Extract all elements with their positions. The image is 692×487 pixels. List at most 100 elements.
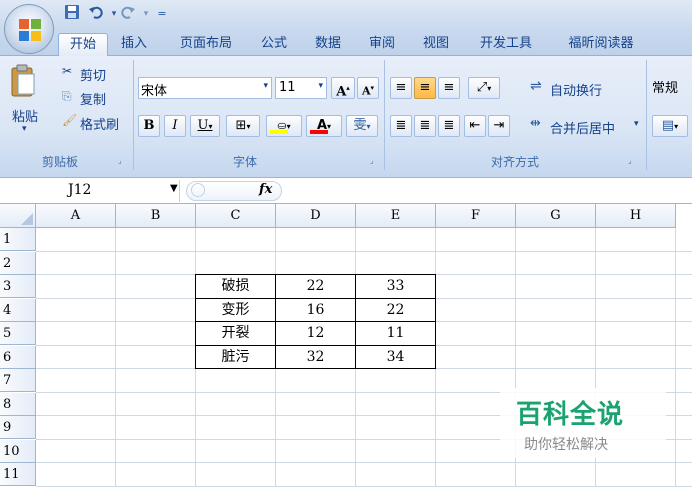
paste-button[interactable]: 粘贴 bbox=[12, 106, 38, 125]
table-cell[interactable]: 32 bbox=[275, 344, 356, 369]
merge-center-button[interactable]: ⇹ 合并后居中 ▾ bbox=[528, 115, 644, 137]
font-name-select[interactable]: 宋体 ▾ bbox=[138, 77, 272, 99]
table-cell[interactable]: 破损 bbox=[195, 274, 276, 299]
table-cell[interactable]: 33 bbox=[355, 274, 436, 299]
shrink-font-button[interactable]: A▾ bbox=[357, 77, 379, 99]
formula-bar: J12 ▼ fx bbox=[0, 177, 692, 204]
row-header-5[interactable]: 5 bbox=[0, 322, 36, 345]
row-header-10[interactable]: 10 bbox=[0, 439, 36, 463]
grow-font-button[interactable]: A▴ bbox=[331, 77, 355, 99]
row-header-2[interactable]: 2 bbox=[0, 251, 36, 275]
wrap-text-button[interactable]: ⇌ 自动换行 bbox=[528, 77, 638, 99]
bold-button[interactable]: B bbox=[138, 115, 160, 137]
orientation-button[interactable]: ⤢▾ bbox=[468, 77, 500, 99]
align-right-button[interactable]: ≣ bbox=[438, 115, 460, 137]
table-cell[interactable]: 脏污 bbox=[195, 344, 276, 369]
gridline bbox=[675, 228, 676, 487]
align-bottom-button[interactable]: ≡ bbox=[438, 77, 460, 99]
font-color-button[interactable]: A▾ bbox=[306, 115, 342, 137]
paste-dropdown-icon[interactable]: ▾ bbox=[22, 124, 27, 134]
copy-button[interactable]: 复制 bbox=[80, 89, 106, 108]
clipboard-launcher-icon[interactable]: ⌟ bbox=[118, 156, 128, 166]
align-middle-button[interactable]: ≡ bbox=[414, 77, 436, 99]
formula-input[interactable] bbox=[284, 180, 690, 202]
phonetic-button[interactable]: 雯▾ bbox=[346, 115, 378, 137]
column-header-g[interactable]: G bbox=[516, 204, 596, 228]
chevron-down-icon: ▾ bbox=[263, 81, 268, 91]
select-all-button[interactable] bbox=[0, 204, 36, 228]
alignment-group-label: 对齐方式 bbox=[490, 155, 539, 169]
font-size-select[interactable]: 11 ▾ bbox=[275, 77, 327, 99]
row-header-7[interactable]: 7 bbox=[0, 369, 36, 392]
worksheet-grid[interactable]: ABCDEFGH 1 2 3 4 5 6 7 8 9 10 11 破损 22 33 变形 16 22 开裂 12 1… bbox=[0, 204, 692, 487]
number-format-select[interactable]: 常规 bbox=[652, 77, 678, 96]
name-box[interactable]: J12 ▼ bbox=[2, 180, 180, 202]
tab-page-layout[interactable]: 页面布局 bbox=[170, 33, 242, 56]
row-header-8[interactable]: 8 bbox=[0, 392, 36, 416]
column-header-h[interactable]: H bbox=[596, 204, 676, 228]
column-header-d[interactable]: D bbox=[276, 204, 356, 228]
office-button[interactable] bbox=[4, 4, 54, 54]
customize-icon[interactable]: = bbox=[152, 4, 172, 24]
currency-icon: ▤ bbox=[661, 118, 675, 133]
italic-button[interactable]: I bbox=[164, 115, 186, 137]
column-header-b[interactable]: B bbox=[116, 204, 196, 228]
font-group-label: 字体 bbox=[232, 155, 257, 169]
underline-button[interactable]: U▾ bbox=[190, 115, 220, 137]
cancel-formula-icon[interactable] bbox=[191, 183, 205, 197]
accounting-format-button[interactable]: ▤▾ bbox=[652, 115, 688, 137]
gridline bbox=[36, 250, 692, 252]
font-size-value: 11 bbox=[279, 80, 296, 95]
redo-icon[interactable] bbox=[118, 4, 138, 24]
increase-indent-button[interactable]: ⇥ bbox=[488, 115, 510, 137]
title-bar: ▾ ▾ = bbox=[0, 0, 692, 30]
table-cell[interactable]: 开裂 bbox=[195, 321, 276, 346]
font-launcher-icon[interactable]: ⌟ bbox=[370, 156, 380, 166]
table-cell[interactable]: 12 bbox=[275, 321, 356, 346]
align-top-button[interactable]: ≡ bbox=[390, 77, 412, 99]
fill-color-button[interactable]: ⛀▾ bbox=[266, 115, 302, 137]
tab-insert[interactable]: 插入 bbox=[114, 33, 154, 56]
tab-formulas[interactable]: 公式 bbox=[254, 33, 294, 56]
paste-icon[interactable] bbox=[10, 64, 36, 100]
tab-developer[interactable]: 开发工具 bbox=[470, 33, 542, 56]
table-cell[interactable]: 16 bbox=[275, 297, 356, 322]
tab-view[interactable]: 视图 bbox=[416, 33, 456, 56]
table-cell[interactable]: 11 bbox=[355, 321, 436, 346]
column-header-c[interactable]: C bbox=[196, 204, 276, 228]
table-cell[interactable]: 34 bbox=[355, 344, 436, 369]
orientation-icon: ⤢ bbox=[476, 80, 488, 95]
column-header-e[interactable]: E bbox=[356, 204, 436, 228]
row-header-1[interactable]: 1 bbox=[0, 228, 36, 251]
decrease-indent-button[interactable]: ⇤ bbox=[464, 115, 486, 137]
insert-function-button[interactable]: fx bbox=[259, 182, 272, 197]
tab-foxit-reader[interactable]: 福昕阅读器 bbox=[556, 33, 646, 56]
alignment-launcher-icon[interactable]: ⌟ bbox=[628, 156, 638, 166]
tab-data[interactable]: 数据 bbox=[308, 33, 348, 56]
column-header-a[interactable]: A bbox=[36, 204, 116, 228]
table-cell[interactable]: 22 bbox=[355, 297, 436, 322]
table-cell[interactable]: 变形 bbox=[195, 297, 276, 322]
row-header-6[interactable]: 6 bbox=[0, 345, 36, 369]
cut-button[interactable]: 剪切 bbox=[80, 65, 106, 84]
formula-tools: fx bbox=[186, 181, 282, 201]
watermark-title: 百科全说 bbox=[516, 400, 625, 430]
font-name-value: 宋体 bbox=[141, 84, 168, 99]
borders-button[interactable]: ⊞▾ bbox=[226, 115, 260, 137]
save-icon[interactable] bbox=[62, 4, 82, 24]
table-cell[interactable]: 22 bbox=[275, 274, 356, 299]
align-center-button[interactable]: ≣ bbox=[414, 115, 436, 137]
format-painter-button[interactable]: 格式刷 bbox=[80, 114, 119, 133]
chevron-down-icon: ▾ bbox=[634, 119, 639, 129]
row-header-9[interactable]: 9 bbox=[0, 416, 36, 439]
column-header-f[interactable]: F bbox=[436, 204, 516, 228]
row-header-11[interactable]: 11 bbox=[0, 463, 36, 486]
row-header-4[interactable]: 4 bbox=[0, 298, 36, 322]
undo-icon[interactable] bbox=[86, 4, 106, 24]
tab-home[interactable]: 开始 bbox=[58, 33, 108, 56]
copy-icon: ⎘ bbox=[62, 89, 72, 103]
row-header-3[interactable]: 3 bbox=[0, 275, 36, 298]
align-left-button[interactable]: ≣ bbox=[390, 115, 412, 137]
gridline bbox=[36, 462, 692, 463]
tab-review[interactable]: 审阅 bbox=[362, 33, 402, 56]
